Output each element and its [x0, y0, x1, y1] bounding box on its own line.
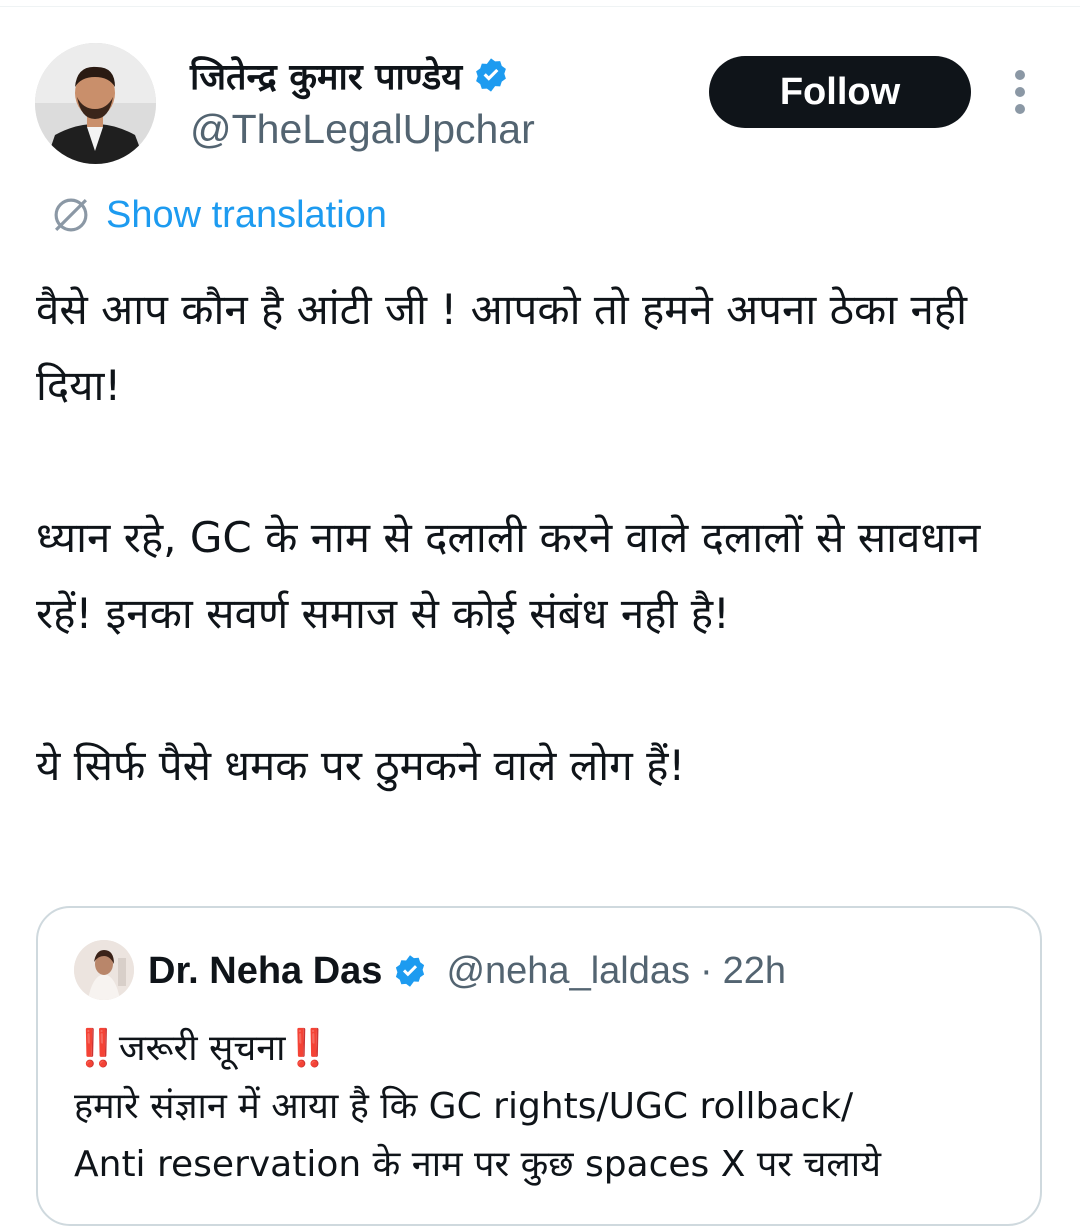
- author-handle[interactable]: @TheLegalUpchar: [190, 106, 535, 153]
- tweet-text: वैसे आप कौन है आंटी जी ! आपको तो हमने अप…: [36, 272, 1046, 804]
- tweet-paragraph: ये सिर्फ पैसे धमक पर ठुमकने वाले लोग हैं…: [36, 741, 686, 790]
- more-options-button[interactable]: [1005, 70, 1035, 114]
- alert-exclamation-icon: ‼️: [285, 1028, 331, 1069]
- author-avatar-image: [35, 43, 156, 164]
- more-options-dot: [1015, 104, 1025, 114]
- tweet-paragraph: वैसे आप कौन है आंटी जी ! आपको तो हमने अप…: [36, 285, 967, 410]
- author-name-row[interactable]: जितेन्द्र कुमार पाण्डेय: [190, 52, 510, 98]
- quoted-text-line: Anti reservation के नाम पर कुछ spaces X …: [74, 1144, 881, 1185]
- quoted-author-handle[interactable]: @neha_laldas: [446, 950, 690, 993]
- verified-badge-icon: [476, 58, 506, 92]
- verified-badge-icon: [396, 955, 425, 987]
- quoted-author-avatar[interactable]: [74, 940, 134, 1000]
- quoted-timestamp[interactable]: 22h: [723, 950, 786, 993]
- author-avatar[interactable]: [35, 43, 156, 164]
- quoted-tweet-header: Dr. Neha Das @neha_laldas · 22h: [148, 946, 786, 996]
- quoted-author-avatar-image: [74, 940, 134, 1000]
- more-options-icon: [1015, 70, 1025, 80]
- top-divider: [0, 6, 1080, 7]
- translate-globe-icon: [54, 198, 88, 232]
- quoted-author-name[interactable]: Dr. Neha Das: [148, 950, 382, 993]
- quoted-separator: ·: [699, 949, 713, 992]
- tweet-paragraph: ध्यान रहे, GC के नाम से दलाली करने वाले …: [36, 513, 981, 638]
- follow-button[interactable]: Follow: [709, 56, 971, 128]
- show-translation-link[interactable]: Show translation: [50, 192, 387, 238]
- alert-exclamation-icon: ‼️: [74, 1028, 119, 1069]
- quoted-tweet-card[interactable]: Dr. Neha Das @neha_laldas · 22h ‼️जरूरी …: [36, 906, 1042, 1226]
- quoted-headline: जरूरी सूचना: [118, 1028, 286, 1069]
- quoted-headline-line: ‼️जरूरी सूचना‼️: [74, 1020, 1034, 1078]
- author-name[interactable]: जितेन्द्र कुमार पाण्डेय: [190, 51, 462, 100]
- quoted-tweet-text: ‼️जरूरी सूचना‼️ हमारे संज्ञान में आया है…: [74, 1020, 1034, 1194]
- quoted-text-line: हमारे संज्ञान में आया है कि GC rights/UG…: [74, 1086, 854, 1127]
- more-options-dot: [1015, 87, 1025, 97]
- show-translation-label[interactable]: Show translation: [106, 194, 387, 237]
